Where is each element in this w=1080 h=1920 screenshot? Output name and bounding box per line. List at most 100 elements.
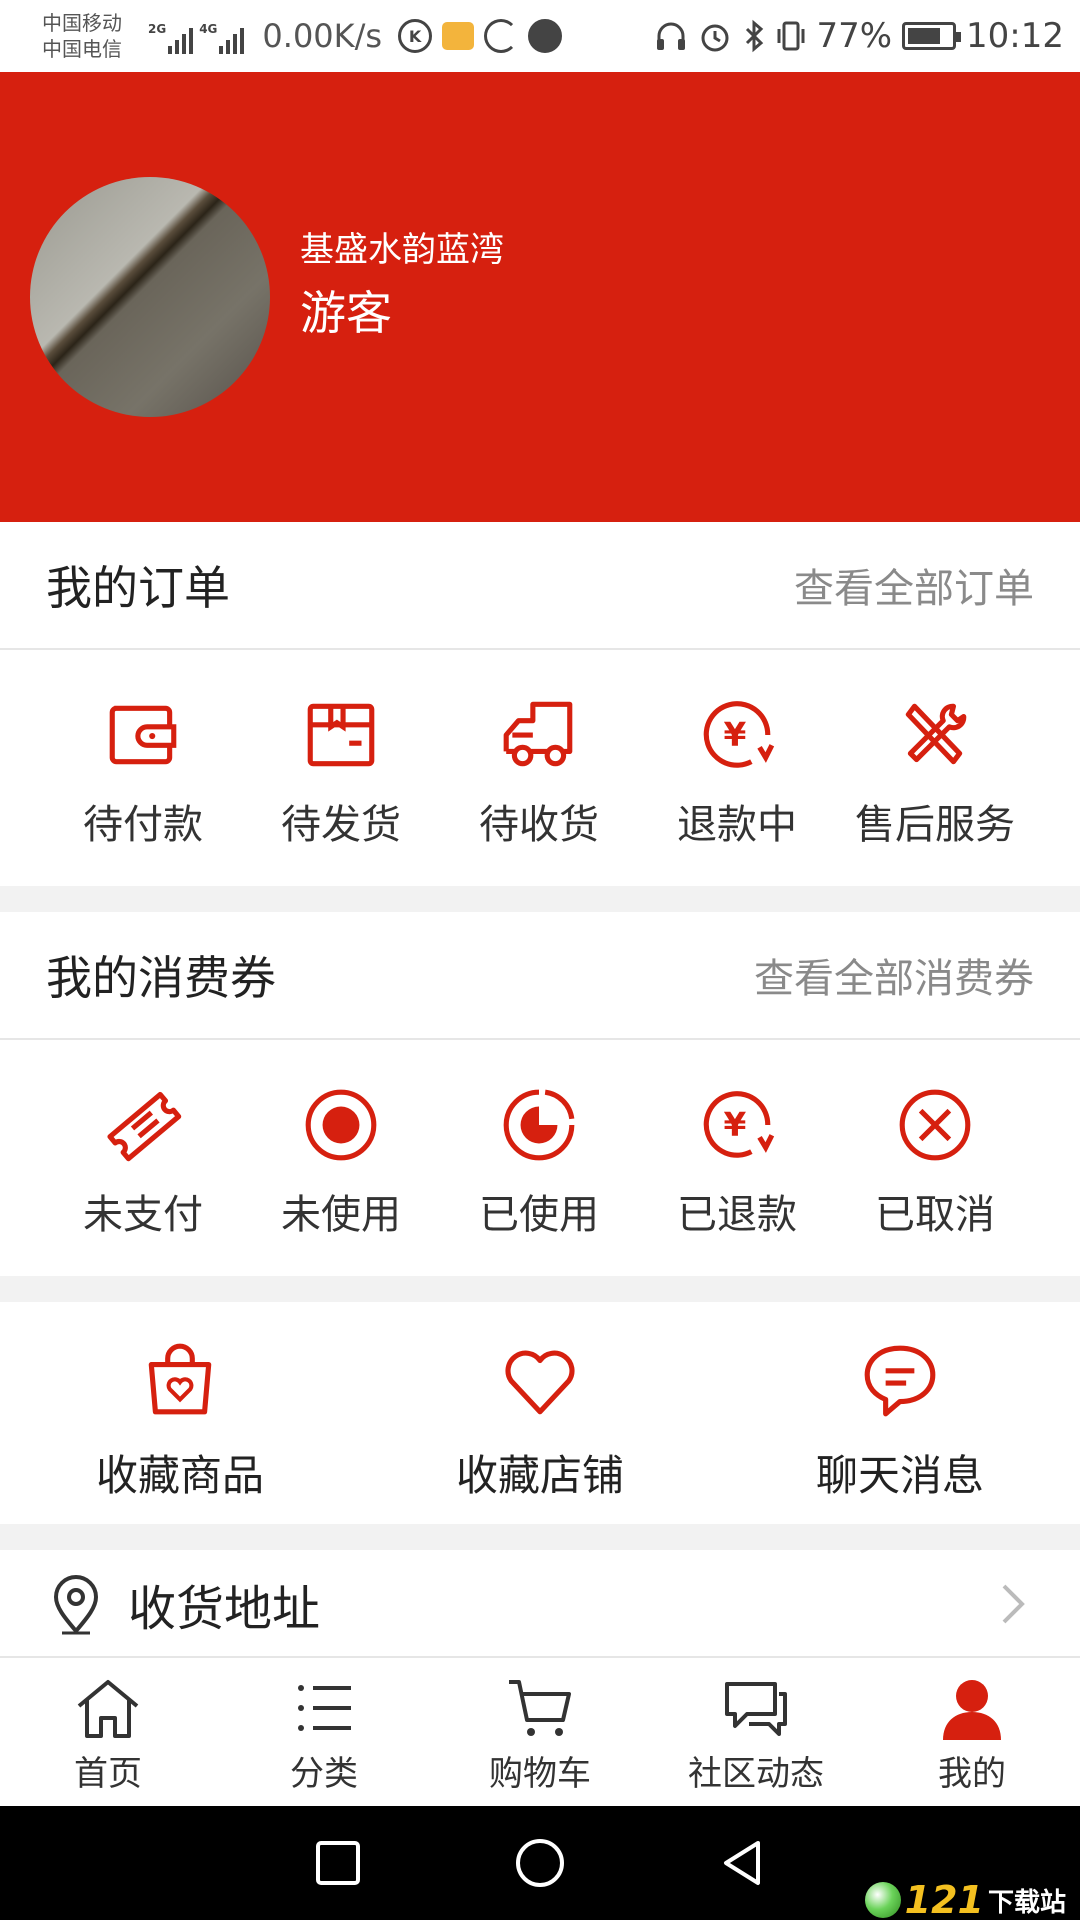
carrier-2: 中国电信: [42, 37, 122, 61]
watermark-text: 下载站: [987, 1887, 1066, 1918]
cancel-icon: [899, 1089, 971, 1161]
battery-icon: [902, 22, 962, 50]
coupon-label: 未使用: [281, 1192, 401, 1238]
audio-icon: [528, 19, 563, 53]
favorite-shops[interactable]: 收藏店铺: [360, 1340, 720, 1503]
net-speed: 0.00K/s: [262, 17, 383, 55]
record-icon: [305, 1089, 377, 1161]
recent-apps-icon[interactable]: [312, 1837, 364, 1889]
alarm-icon: [701, 24, 729, 52]
home-icon: [77, 1680, 139, 1738]
svg-text:¥: ¥: [724, 1105, 747, 1143]
order-pending-receipt[interactable]: 待收货: [440, 694, 638, 850]
back-icon[interactable]: [716, 1837, 768, 1889]
tab-home[interactable]: 首页: [0, 1658, 216, 1806]
coupons-header: 我的消费券 查看全部消费券: [0, 912, 1080, 1040]
user-icon: [943, 1680, 1001, 1740]
order-label: 退款中: [677, 802, 797, 848]
tab-label: 社区动态: [688, 1754, 824, 1794]
address-section: 收货地址: [0, 1550, 1080, 1660]
coupons-title: 我的消费券: [46, 951, 276, 1005]
order-label: 售后服务: [855, 802, 1015, 848]
list-icon: [298, 1685, 351, 1731]
user-name[interactable]: 游客: [300, 277, 392, 343]
avatar[interactable]: [30, 177, 270, 417]
signal-2g-icon: 2G: [148, 18, 194, 54]
coupon-label: 已退款: [677, 1192, 797, 1238]
order-refunding[interactable]: ¥ 退款中: [638, 694, 836, 850]
tab-community[interactable]: 社区动态: [648, 1658, 864, 1806]
sync-icon: [484, 19, 519, 53]
home-circle-icon[interactable]: [514, 1837, 566, 1889]
watermark-logo: 121 下载站: [864, 1878, 1066, 1920]
pie-icon: [503, 1089, 575, 1161]
favorite-products[interactable]: 收藏商品: [0, 1340, 360, 1503]
bluetooth-icon: [746, 19, 764, 53]
orders-header: 我的订单 查看全部订单: [0, 522, 1080, 650]
mail-icon: [442, 22, 475, 50]
cart-icon: [509, 1680, 571, 1736]
package-icon: [307, 703, 375, 767]
coupon-used[interactable]: 已使用: [440, 1084, 638, 1240]
chat-icon: [725, 1682, 787, 1736]
coupon-unpaid[interactable]: 未支付: [44, 1084, 242, 1240]
battery-percent: 77%: [816, 16, 893, 56]
orders-title: 我的订单: [46, 561, 230, 615]
tab-label: 首页: [74, 1754, 142, 1794]
coupon-cancelled[interactable]: 已取消: [836, 1084, 1034, 1240]
refund-icon: ¥: [703, 701, 775, 768]
status-bar: 中国移动 中国电信 2G 4G 0.00K/s K 77% 10:12: [0, 0, 1080, 72]
favorite-label: 聊天消息: [815, 1451, 984, 1500]
order-pending-payment[interactable]: 待付款: [44, 694, 242, 850]
coupon-label: 已取消: [875, 1192, 995, 1238]
clock: 10:12: [966, 16, 1064, 56]
tab-label: 购物车: [489, 1754, 591, 1794]
view-all-coupons-link[interactable]: 查看全部消费券: [754, 946, 1034, 1004]
order-label: 待发货: [281, 802, 401, 848]
carrier-names: 中国移动 中国电信: [42, 10, 142, 62]
address-row[interactable]: 收货地址: [0, 1550, 1080, 1660]
k-app-icon: K: [398, 19, 433, 53]
truck-icon: [503, 701, 573, 767]
favorites-section: 收藏商品 收藏店铺 聊天消息: [0, 1302, 1080, 1524]
bottom-tab-bar: 首页 分类 购物车 社区动态 我的: [0, 1656, 1080, 1806]
coupon-label: 未支付: [83, 1192, 203, 1238]
orders-section: 我的订单 查看全部订单 待付款 待发货 待收货 ¥ 退款中 售后服务: [0, 522, 1080, 886]
tab-label: 我的: [938, 1754, 1006, 1794]
signal-2g-label: 2G: [148, 22, 167, 36]
watermark-num: 121: [904, 1878, 984, 1920]
carrier-1: 中国移动: [42, 11, 122, 35]
vibrate-icon: [777, 21, 805, 51]
ticket-icon: [107, 1091, 182, 1162]
svg-text:¥: ¥: [724, 715, 747, 753]
view-all-orders-link[interactable]: 查看全部订单: [794, 556, 1034, 614]
order-after-sales[interactable]: 售后服务: [836, 694, 1034, 850]
profile-header: 基盛水韵蓝湾 游客: [0, 72, 1080, 522]
headphones-icon: [657, 22, 686, 50]
signal-4g-icon: 4G: [199, 18, 245, 54]
heart-icon: [505, 1350, 575, 1415]
order-label: 待付款: [83, 802, 203, 848]
location-pin-icon: [53, 1575, 99, 1635]
chat-messages[interactable]: 聊天消息: [720, 1340, 1080, 1503]
order-pending-shipment[interactable]: 待发货: [242, 694, 440, 850]
coupon-label: 已使用: [479, 1192, 599, 1238]
wallet-icon: [109, 705, 177, 765]
favorite-label: 收藏商品: [95, 1451, 264, 1500]
signal-4g-label: 4G: [199, 22, 218, 36]
chevron-right-icon: [1002, 1584, 1025, 1624]
tab-category[interactable]: 分类: [216, 1658, 432, 1806]
refund-icon: ¥: [703, 1091, 775, 1158]
watermark-ball-icon: [864, 1882, 901, 1918]
tab-cart[interactable]: 购物车: [432, 1658, 648, 1806]
tools-icon: [905, 703, 967, 765]
coupon-refunded[interactable]: ¥ 已退款: [638, 1084, 836, 1240]
order-label: 待收货: [479, 802, 599, 848]
tab-mine[interactable]: 我的: [864, 1658, 1080, 1806]
shop-name: 基盛水韵蓝湾: [300, 230, 504, 270]
shopping-bag-heart-icon: [148, 1343, 212, 1415]
tab-label: 分类: [290, 1754, 358, 1794]
favorite-label: 收藏店铺: [455, 1451, 624, 1500]
coupons-section: 我的消费券 查看全部消费券 未支付 未使用 已使用 ¥ 已退款 已取消: [0, 912, 1080, 1276]
coupon-unused[interactable]: 未使用: [242, 1084, 440, 1240]
